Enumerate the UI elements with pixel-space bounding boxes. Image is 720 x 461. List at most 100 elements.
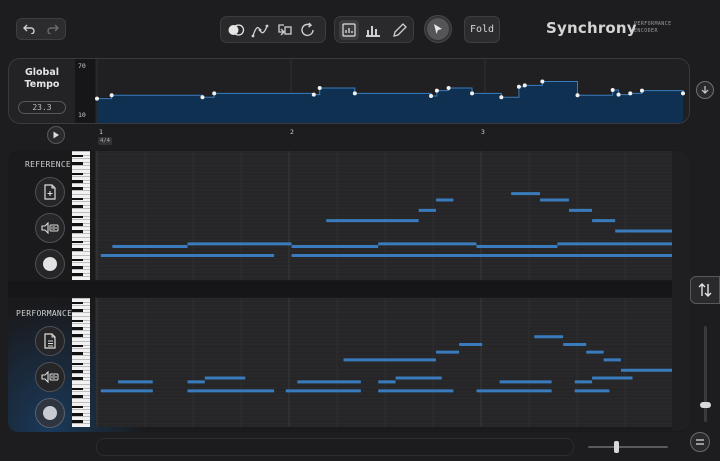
- piano-black-key[interactable]: [72, 405, 83, 409]
- performance-note: [436, 350, 460, 354]
- piano-key-line: [72, 158, 90, 160]
- performance-audio-button[interactable]: [35, 362, 65, 392]
- piano-black-key[interactable]: [72, 272, 83, 276]
- overlap-circles-icon[interactable]: [227, 22, 245, 38]
- edit-tools-group: [220, 16, 326, 43]
- piano-key-line: [72, 151, 90, 152]
- tempo-node: [95, 96, 99, 101]
- piano-black-key[interactable]: [72, 326, 83, 330]
- piano-black-key[interactable]: [72, 154, 83, 158]
- performance-note: [603, 358, 621, 362]
- piano-black-key[interactable]: [72, 204, 83, 208]
- tempo-node: [200, 95, 205, 100]
- piano-black-key[interactable]: [72, 376, 83, 380]
- arrow-down-icon: [701, 86, 709, 94]
- fold-button[interactable]: Fold: [464, 16, 500, 43]
- piano-black-key[interactable]: [72, 394, 83, 398]
- tempo-node: [429, 93, 434, 98]
- piano-key-line: [72, 237, 90, 238]
- piano-black-key[interactable]: [72, 215, 83, 219]
- brand-name: Synchrony: [546, 19, 637, 37]
- performance-keyboard[interactable]: [72, 298, 90, 427]
- tempo-value-field[interactable]: 23.3: [18, 101, 66, 114]
- piano-key-line: [72, 183, 90, 185]
- tempo-node: [516, 84, 521, 89]
- piano-black-key[interactable]: [72, 344, 83, 348]
- piano-key-line: [72, 262, 90, 264]
- lane-divider: [8, 281, 690, 297]
- tempo-collapse-button[interactable]: [696, 81, 714, 99]
- piano-black-key[interactable]: [72, 265, 83, 269]
- piano-black-key[interactable]: [72, 319, 83, 323]
- tempo-y-min-label: 10: [78, 111, 86, 119]
- performance-note: [459, 342, 483, 346]
- zoom-vertical-slider-thumb[interactable]: [700, 402, 711, 408]
- performance-note: [499, 380, 552, 384]
- bar-chart-icon[interactable]: [365, 22, 383, 38]
- piano-key-line: [72, 176, 90, 178]
- performance-record-button[interactable]: [35, 398, 65, 428]
- piano-black-key[interactable]: [72, 387, 83, 391]
- piano-black-key[interactable]: [72, 222, 83, 226]
- piano-key-line: [72, 251, 90, 253]
- tempo-node: [434, 88, 439, 93]
- piano-black-key[interactable]: [72, 240, 83, 244]
- horizontal-zoom-slider[interactable]: [588, 441, 668, 453]
- swap-lanes-button[interactable]: [690, 276, 720, 304]
- reference-note: [378, 242, 477, 246]
- piano-black-key[interactable]: [72, 179, 83, 183]
- piano-key-line: [72, 348, 90, 350]
- undo-icon[interactable]: [17, 19, 41, 39]
- tempo-node: [352, 91, 357, 96]
- time-signature-badge: 4/4: [98, 137, 112, 145]
- timeline-ruler[interactable]: 1 4/4 2 3: [96, 126, 672, 150]
- piano-black-key[interactable]: [72, 172, 83, 176]
- piano-black-key[interactable]: [72, 197, 83, 201]
- piano-key-line: [72, 208, 90, 210]
- tempo-node: [610, 88, 615, 93]
- reset-loop-icon[interactable]: [299, 22, 317, 38]
- performance-note-grid[interactable]: [95, 298, 673, 427]
- performance-note: [620, 368, 673, 372]
- piano-black-key[interactable]: [72, 161, 83, 165]
- performance-piano-keys[interactable]: [72, 298, 90, 427]
- piano-black-key[interactable]: [72, 362, 83, 366]
- piano-black-key[interactable]: [72, 333, 83, 337]
- horizontal-scrollbar[interactable]: [96, 438, 574, 456]
- tempo-node: [639, 88, 644, 93]
- piano-key-line: [72, 315, 90, 317]
- tempo-curve-chart[interactable]: [95, 59, 690, 124]
- piano-black-key[interactable]: [72, 419, 83, 423]
- redo-icon[interactable]: [41, 19, 65, 39]
- piano-black-key[interactable]: [72, 229, 83, 233]
- undo-redo-group: [16, 18, 66, 40]
- reference-audio-button[interactable]: [35, 213, 65, 243]
- piano-black-key[interactable]: [72, 351, 83, 355]
- reference-keyboard[interactable]: [72, 151, 90, 280]
- vertical-scrollbar-track[interactable]: [672, 151, 690, 431]
- play-button[interactable]: [47, 126, 65, 144]
- reference-note-grid[interactable]: [95, 151, 673, 280]
- horizontal-zoom-thumb[interactable]: [614, 441, 619, 453]
- grid-view-icon[interactable]: [339, 20, 359, 40]
- piano-black-key[interactable]: [72, 301, 83, 305]
- piano-black-key[interactable]: [72, 308, 83, 312]
- performance-import-button[interactable]: [35, 326, 65, 356]
- piano-black-key[interactable]: [72, 186, 83, 190]
- piano-black-key[interactable]: [72, 247, 83, 251]
- piano-black-key[interactable]: [72, 369, 83, 373]
- reference-record-button[interactable]: [35, 249, 65, 279]
- pencil-icon[interactable]: [391, 22, 409, 38]
- piano-key-line: [72, 254, 90, 256]
- reference-import-button[interactable]: [35, 177, 65, 207]
- align-arrow-icon[interactable]: [275, 22, 293, 38]
- menu-button[interactable]: [690, 432, 710, 452]
- reference-piano-keys[interactable]: [72, 151, 90, 280]
- reference-note: [476, 253, 673, 257]
- zoom-vertical-slider[interactable]: [700, 326, 711, 422]
- select-cursor-button[interactable]: [424, 15, 452, 43]
- curve-nodes-icon[interactable]: [251, 22, 269, 38]
- piano-black-key[interactable]: [72, 258, 83, 262]
- piano-black-key[interactable]: [72, 412, 83, 416]
- reference-note: [592, 219, 616, 223]
